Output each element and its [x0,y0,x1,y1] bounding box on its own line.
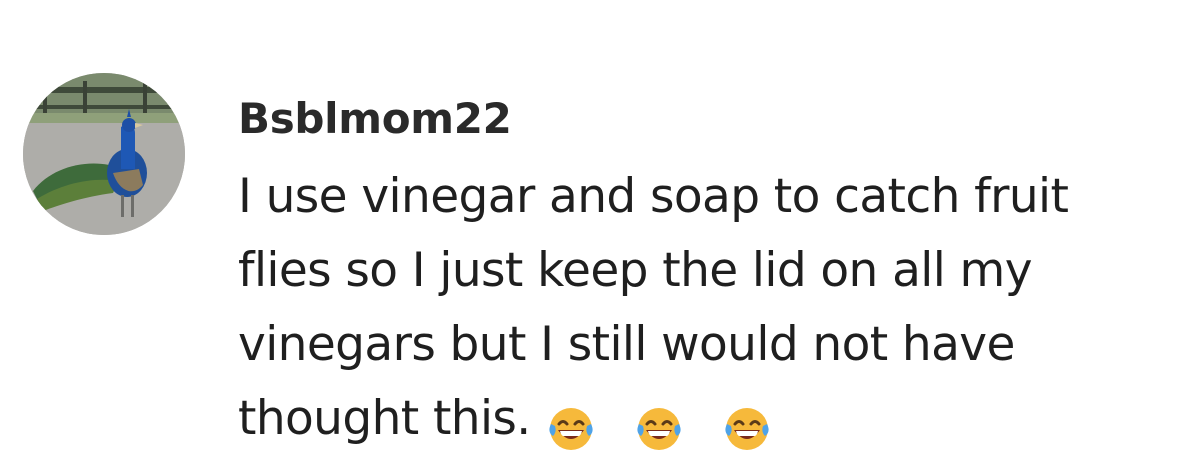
emoji-group [545,388,796,462]
laughing-crying-emoji [721,402,773,454]
comment-line-last: thought this. [238,382,1198,462]
avatar[interactable] [23,73,185,235]
laughing-crying-emoji [633,402,685,454]
comment-line: vinegars but I still would not have [238,317,1015,372]
comment-username[interactable]: Bsblmom22 [238,90,512,148]
comment-item: Bsblmom22 I use vinegar and soap to catc… [0,0,1200,469]
laughing-crying-emoji [545,402,597,454]
comment-body: I use vinegar and soap to catch fruit fl… [238,160,1198,462]
peacock-avatar-icon [23,73,185,235]
comment-line: flies so I just keep the lid on all my [238,243,1033,298]
comment-line-text: thought this. [238,391,531,446]
comment-line: I use vinegar and soap to catch fruit [238,169,1069,224]
